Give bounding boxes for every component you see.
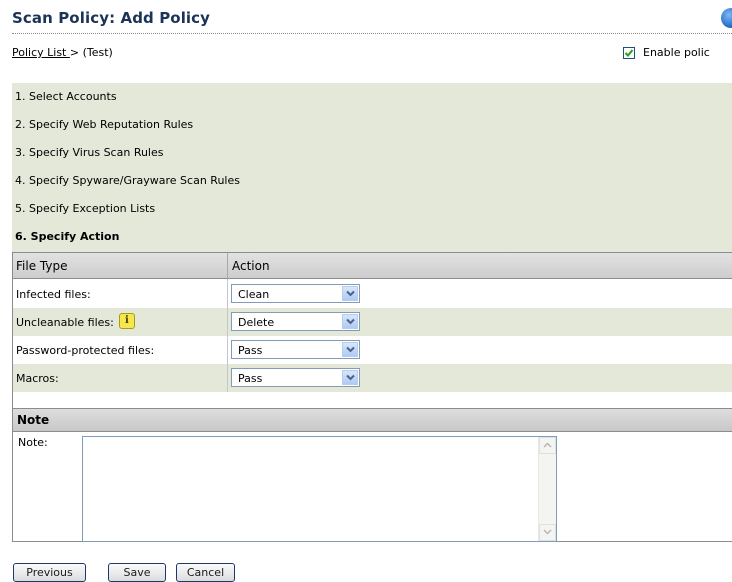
enable-policy-checkbox[interactable] [623,46,635,59]
table-row: Infected files: Clean [13,280,732,308]
dropdown-arrow-icon[interactable] [342,286,358,301]
cancel-button[interactable]: Cancel [176,563,235,582]
column-header-action: Action [232,259,270,273]
step-select-accounts[interactable]: 1. Select Accounts [15,90,117,104]
row-label: Macros: [16,372,59,385]
previous-button[interactable]: Previous [13,563,86,582]
note-section-title: Note [17,413,50,427]
breadcrumb: Policy List > (Test) [12,46,113,59]
info-icon[interactable]: i [118,312,135,329]
step-web-reputation[interactable]: 2. Specify Web Reputation Rules [15,118,193,132]
select-value: Pass [238,344,263,357]
note-label: Note: [18,436,48,449]
action-panel: File Type Action Infected files: Clean U… [12,252,732,542]
dropdown-arrow-icon[interactable] [342,342,358,357]
enable-policy-label: Enable polic [643,46,710,59]
table-row: Uncleanable files: i Delete [13,308,732,336]
cell-divider [227,280,228,308]
step-exception-lists[interactable]: 5. Specify Exception Lists [15,202,155,216]
note-section-header: Note [13,408,732,432]
enable-policy[interactable]: Enable polic [623,46,710,59]
step-virus-scan[interactable]: 3. Specify Virus Scan Rules [15,146,164,160]
column-divider [227,253,228,280]
wizard-steps: 1. Select Accounts 2. Specify Web Reputa… [12,83,732,252]
help-icon[interactable] [721,8,732,28]
uncleanable-files-action-select[interactable]: Delete [231,312,360,331]
cell-divider [227,336,228,364]
dropdown-arrow-icon[interactable] [342,370,358,385]
save-button[interactable]: Save [108,563,166,582]
select-value: Clean [238,288,270,301]
select-value: Delete [238,316,275,329]
row-label: Uncleanable files: i [16,312,135,329]
note-textarea[interactable] [82,436,557,542]
cell-divider [227,308,228,336]
breadcrumb-policy-list-link[interactable]: Policy List [12,46,70,59]
step-spyware-grayware[interactable]: 4. Specify Spyware/Grayware Scan Rules [15,174,240,188]
title-divider [12,33,732,34]
column-header-file-type: File Type [16,259,68,273]
table-row: Password-protected files: Pass [13,336,732,364]
breadcrumb-separator: > [69,46,80,59]
breadcrumb-current: (Test) [82,46,113,59]
scroll-down-icon[interactable] [539,524,556,541]
page-title: Scan Policy: Add Policy [12,9,211,27]
dropdown-arrow-icon[interactable] [342,314,358,329]
select-value: Pass [238,372,263,385]
password-protected-files-action-select[interactable]: Pass [231,340,360,359]
infected-files-action-select[interactable]: Clean [231,284,360,303]
row-label: Infected files: [16,288,91,301]
table-row: Macros: Pass [13,364,732,392]
row-label: Password-protected files: [16,344,155,357]
checkmark-icon [624,48,634,57]
macros-action-select[interactable]: Pass [231,368,360,387]
cell-divider [227,364,228,392]
scroll-up-icon[interactable] [539,437,556,454]
note-scrollbar[interactable] [538,437,556,541]
step-specify-action: 6. Specify Action [15,230,120,243]
action-table-header: File Type Action [13,252,732,280]
